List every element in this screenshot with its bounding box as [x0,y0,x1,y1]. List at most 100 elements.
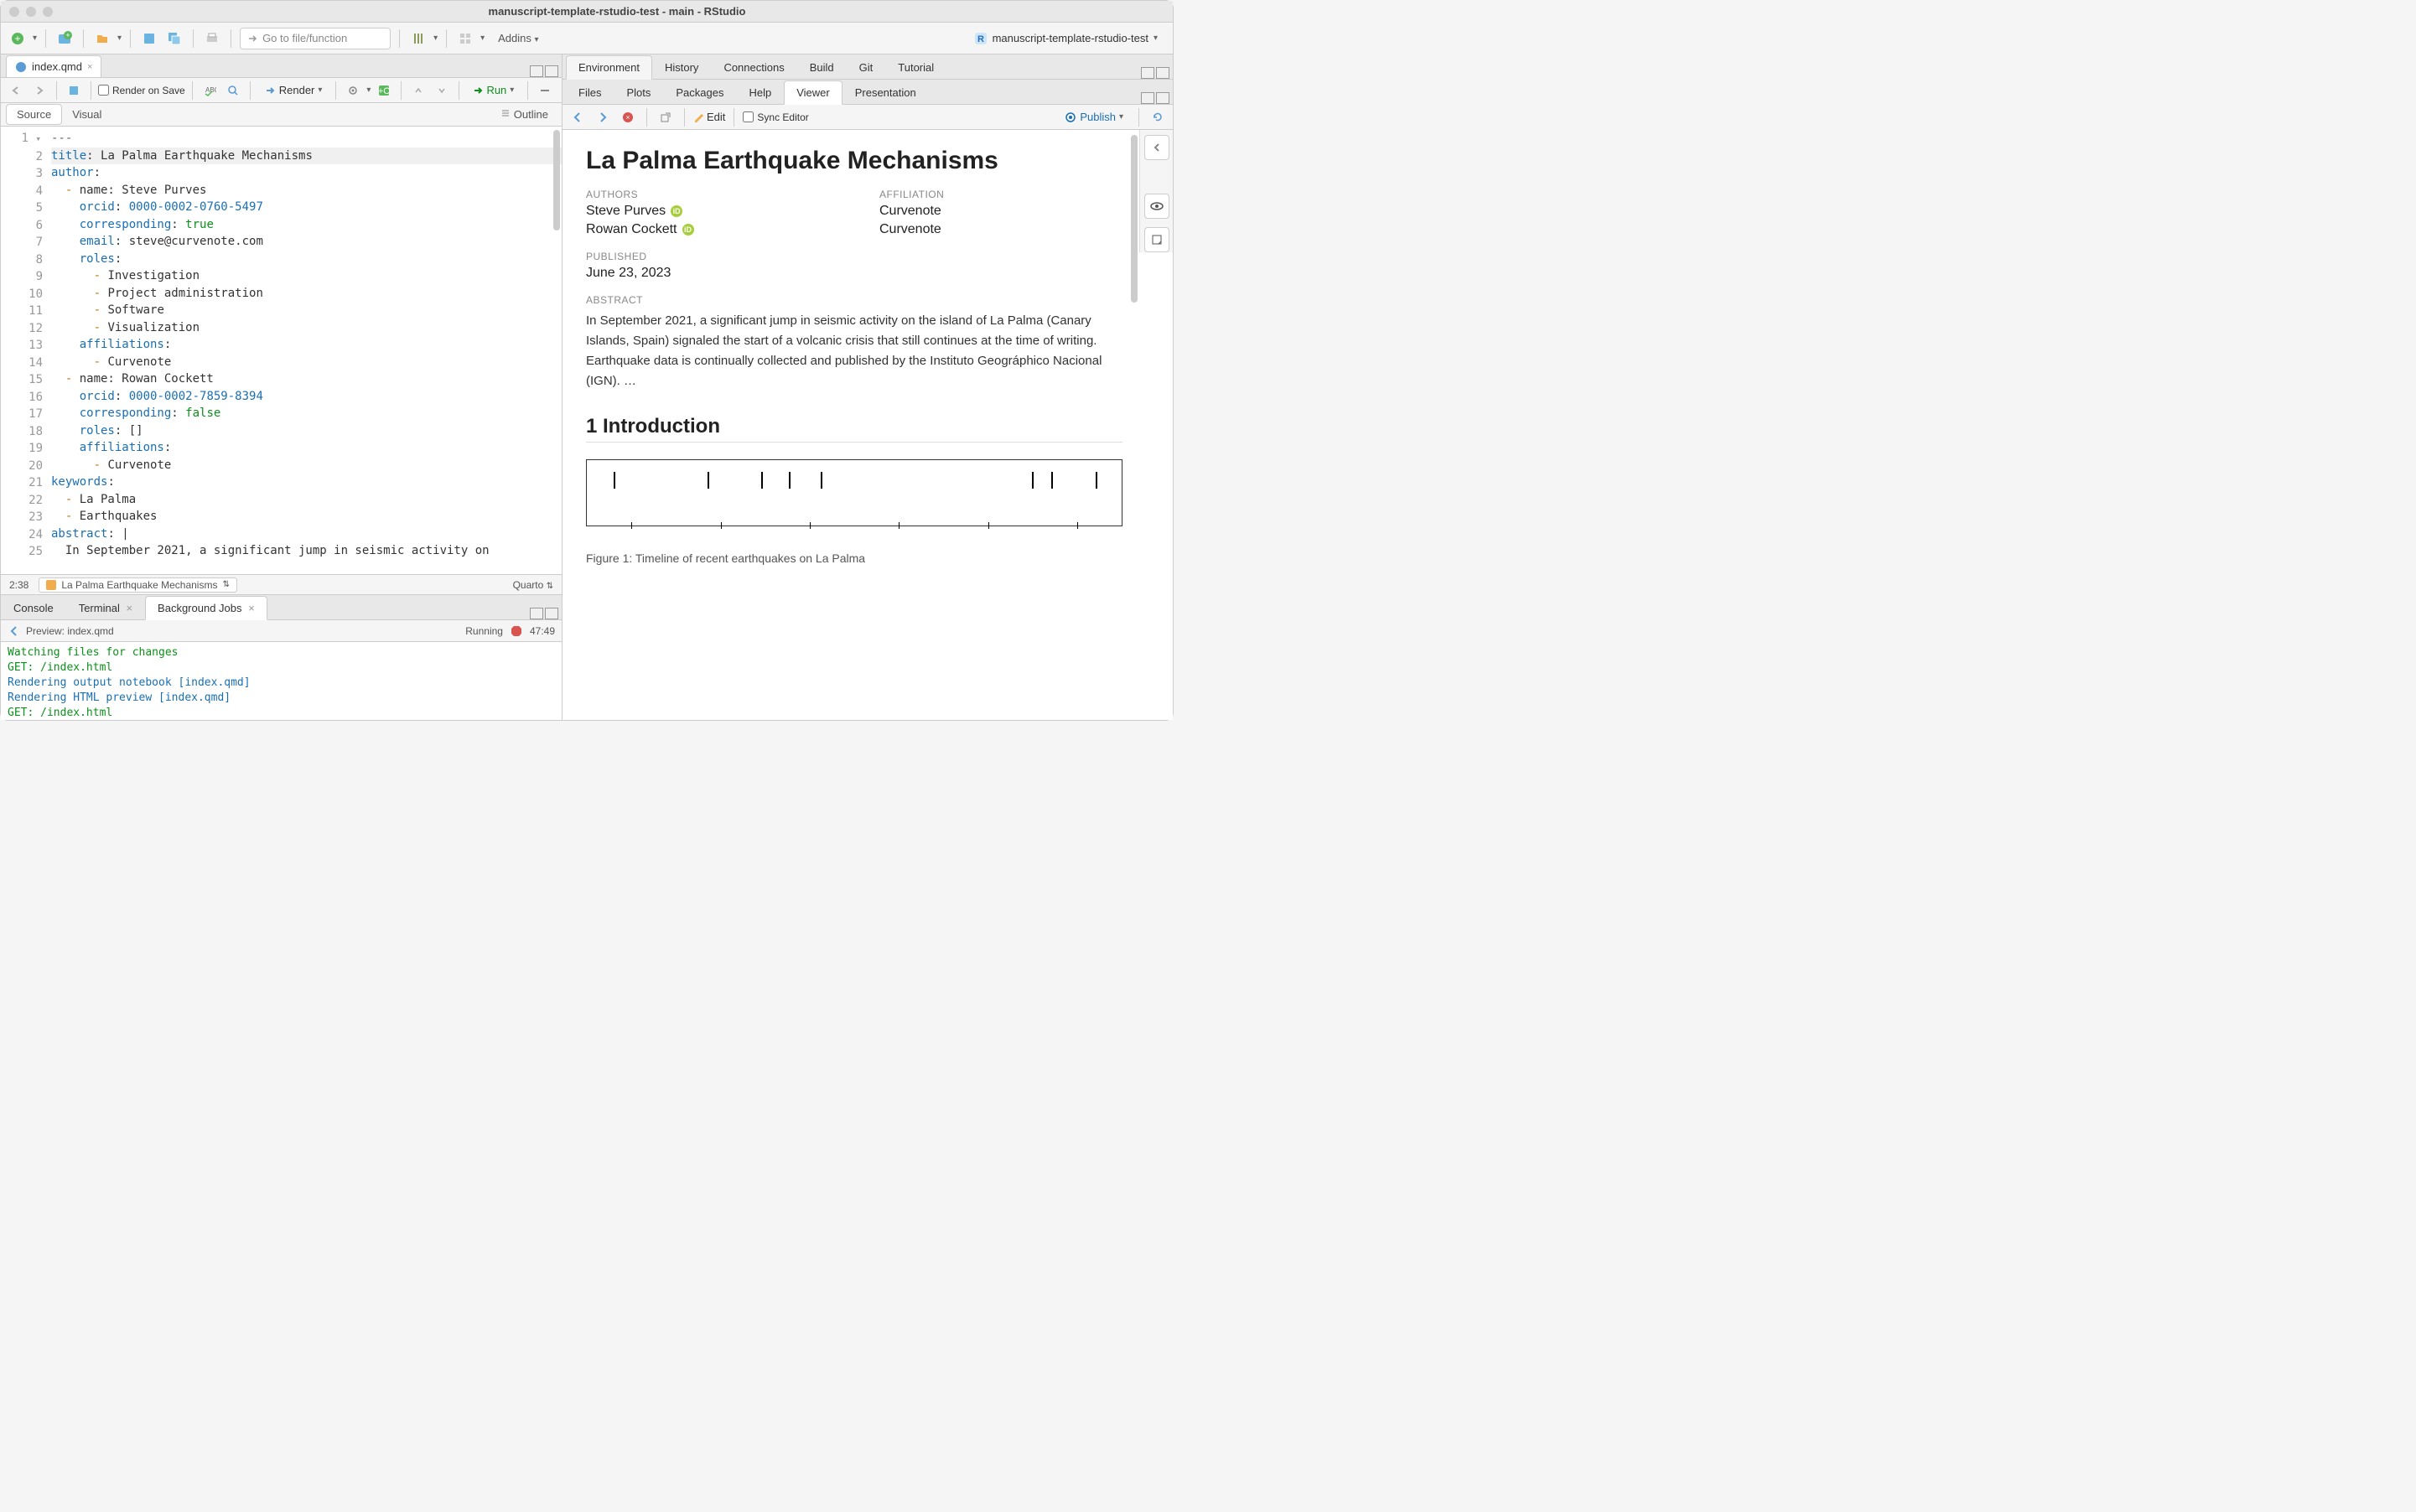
viewer-forward-icon[interactable] [593,107,613,127]
outline-button[interactable]: Outline [492,105,557,124]
source-mode-button[interactable]: Source [6,104,62,125]
editor-statusbar: 2:38 La Palma Earthquake Mechanisms ⇅ Qu… [1,574,562,594]
collapse-icon[interactable] [535,80,555,101]
addins-menu[interactable]: Addins ▾ [490,28,547,48]
sync-editor-checkbox[interactable]: Sync Editor [743,111,808,123]
chevron-down-icon[interactable]: ▾ [117,34,122,43]
chevron-down-icon[interactable]: ▾ [366,85,371,95]
minimize-pane-icon[interactable] [1141,67,1154,79]
grid-icon[interactable] [455,28,475,49]
publish-button[interactable]: Publish ▾ [1058,108,1130,126]
file-tab-index[interactable]: index.qmd × [6,55,101,77]
back-icon[interactable] [6,80,26,101]
document-title: La Palma Earthquake Mechanisms [586,147,1122,175]
tab-history[interactable]: History [652,55,711,80]
save-icon[interactable] [64,80,84,101]
save-icon[interactable] [139,28,159,49]
header-icon [46,580,56,590]
viewer-body[interactable]: La Palma Earthquake Mechanisms AUTHORS S… [563,130,1173,720]
minimize-pane-icon[interactable] [1141,92,1154,104]
close-icon[interactable]: × [248,602,255,614]
tab-files[interactable]: Files [566,80,614,105]
orcid-icon[interactable]: iD [671,205,682,217]
maximize-pane-icon[interactable] [545,608,558,619]
goto-file-input[interactable]: Go to file/function [240,28,391,49]
viewer-side-tools [1139,130,1173,252]
chevron-down-icon[interactable]: ▾ [1119,112,1123,122]
chevron-down-icon[interactable]: ▾ [433,34,438,43]
chevron-down-icon[interactable]: ▾ [33,34,37,43]
view-source-icon[interactable] [1144,194,1169,219]
section-navigator[interactable]: La Palma Earthquake Mechanisms ⇅ [39,577,236,593]
save-all-icon[interactable] [164,28,184,49]
tab-git[interactable]: Git [847,55,886,80]
tab-background-jobs[interactable]: Background Jobs × [145,596,267,620]
tab-environment[interactable]: Environment [566,55,652,80]
render-on-save-checkbox[interactable]: Render on Save [98,85,185,96]
tools-icon[interactable] [408,28,428,49]
tab-terminal[interactable]: Terminal × [66,596,145,620]
viewer-back-icon[interactable] [568,107,588,127]
tab-build[interactable]: Build [797,55,847,80]
chevron-down-icon[interactable]: ▾ [510,85,514,95]
affiliation-name: Curvenote [879,222,1122,237]
print-icon[interactable] [202,28,222,49]
new-project-icon[interactable]: + [54,28,75,49]
nav-down-icon[interactable] [432,80,452,101]
nav-up-icon[interactable] [408,80,428,101]
collapse-toc-icon[interactable] [1144,135,1169,160]
scrollbar-vertical[interactable] [553,130,560,230]
chevron-down-icon[interactable]: ▾ [480,34,485,43]
pencil-icon [693,112,703,122]
console-output[interactable]: Watching files for changesGET: /index.ht… [1,642,562,720]
minimize-pane-icon[interactable] [530,608,543,619]
close-icon[interactable] [9,7,19,17]
tab-packages[interactable]: Packages [663,80,736,105]
traffic-lights[interactable] [9,7,53,17]
gear-icon[interactable] [343,80,363,101]
published-label: PUBLISHED [586,251,1122,262]
note-icon[interactable] [1144,227,1169,252]
open-file-icon[interactable] [92,28,112,49]
code-content[interactable]: ---title: La Palma Earthquake Mechanisms… [51,127,562,574]
project-name: manuscript-template-rstudio-test [993,32,1148,44]
maximize-pane-icon[interactable] [1156,67,1169,79]
run-button[interactable]: Run ▾ [466,81,521,99]
tab-plots[interactable]: Plots [614,80,663,105]
spellcheck-icon[interactable]: ABC [200,80,220,101]
minimize-pane-icon[interactable] [530,65,543,77]
tab-console[interactable]: Console [1,596,66,620]
orcid-icon[interactable]: iD [682,224,694,236]
maximize-pane-icon[interactable] [1156,92,1169,104]
viewer-stop-icon[interactable]: × [618,107,638,127]
close-icon[interactable]: × [87,62,92,72]
visual-mode-button[interactable]: Visual [62,105,111,124]
zoom-icon[interactable] [43,7,53,17]
affiliation-label: AFFILIATION [879,189,1122,200]
tab-presentation[interactable]: Presentation [842,80,929,105]
minimize-icon[interactable] [26,7,36,17]
render-button[interactable]: Render ▾ [257,81,329,99]
new-file-icon[interactable]: + [8,28,28,49]
back-icon[interactable] [8,624,21,638]
scrollbar-vertical[interactable] [1131,135,1138,303]
find-icon[interactable] [223,80,243,101]
edit-button[interactable]: Edit [693,111,725,123]
run-arrow-icon [473,85,483,96]
refresh-icon[interactable] [1148,107,1168,127]
code-editor[interactable]: 1 ▾2345678910111213141516171819202122232… [1,127,562,574]
insert-chunk-icon[interactable]: +C [374,80,394,101]
tab-connections[interactable]: Connections [711,55,796,80]
forward-icon[interactable] [29,80,49,101]
maximize-pane-icon[interactable] [545,65,558,77]
tab-help[interactable]: Help [736,80,784,105]
popout-icon[interactable] [656,107,676,127]
stop-icon[interactable] [510,624,523,638]
project-menu[interactable]: R manuscript-template-rstudio-test ▾ [966,28,1166,49]
tab-viewer[interactable]: Viewer [784,80,842,105]
file-type-label[interactable]: Quarto ⇅ [513,579,553,591]
chevron-down-icon[interactable]: ▾ [318,85,322,95]
cursor-position: 2:38 [9,579,29,591]
tab-tutorial[interactable]: Tutorial [885,55,946,80]
close-icon[interactable]: × [126,602,132,614]
